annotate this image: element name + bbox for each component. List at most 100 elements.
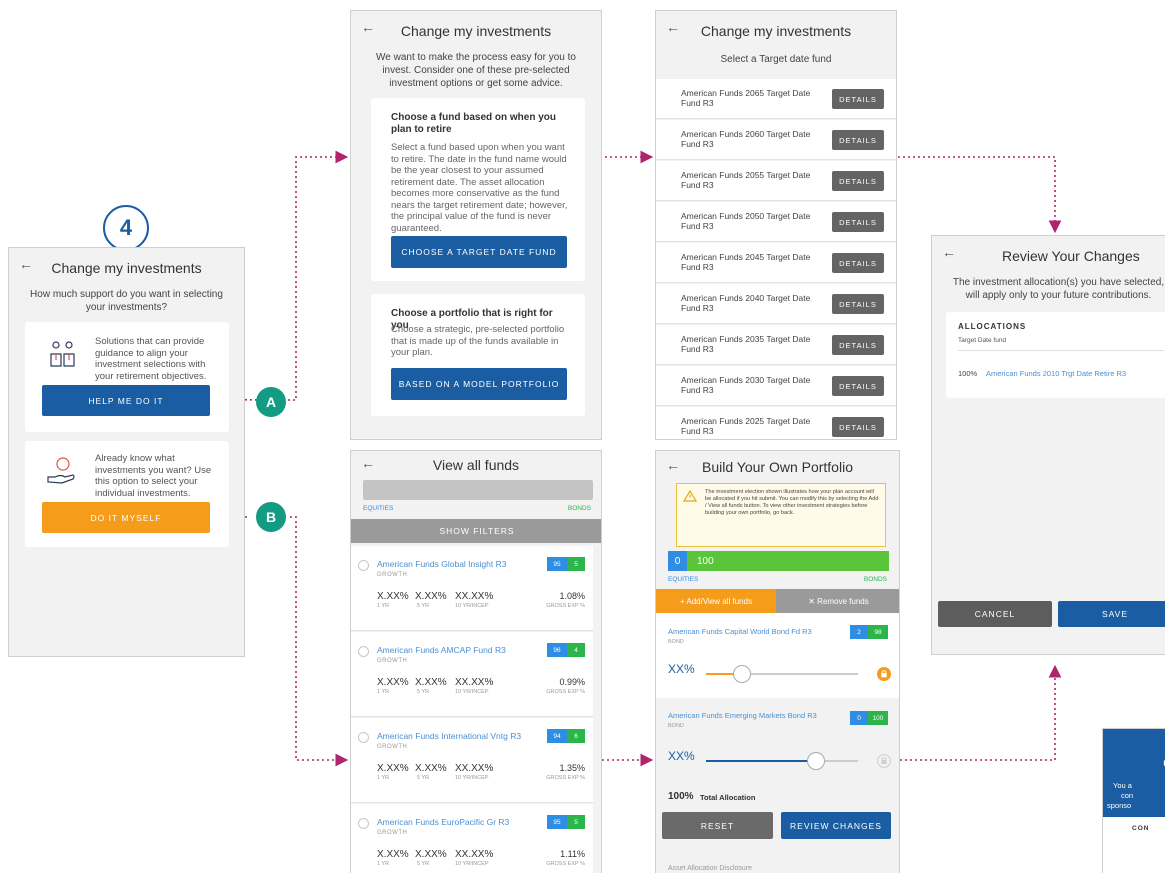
- confirmation-button-partial[interactable]: CON: [1132, 825, 1149, 832]
- details-button[interactable]: DETAILS: [832, 253, 884, 273]
- allocations-card: ALLOCATIONS Target Date fund 100% Americ…: [946, 312, 1165, 398]
- target-date-row[interactable]: American Funds 2060 Target Date Fund R3 D…: [656, 120, 896, 160]
- back-arrow-icon[interactable]: ←: [19, 256, 33, 272]
- cancel-button[interactable]: CANCEL: [938, 601, 1052, 627]
- add-view-funds-button[interactable]: + Add/View all funds: [656, 589, 776, 613]
- fund-name: American Funds 2030 Target Date Fund R3: [681, 375, 811, 395]
- model-portfolio-button[interactable]: BASED ON A MODEL PORTFOLIO: [391, 368, 567, 400]
- details-button[interactable]: DETAILS: [832, 89, 884, 109]
- return-10yr: XX.XX%: [455, 763, 494, 774]
- fund-name[interactable]: American Funds International Vntg R3: [377, 731, 521, 741]
- target-date-row[interactable]: American Funds 2065 Target Date Fund R3 D…: [656, 79, 896, 119]
- fund-name: American Funds 2050 Target Date Fund R3: [681, 211, 811, 231]
- fund-row[interactable]: American Funds International Vntg R3 GROW…: [351, 718, 593, 803]
- label-10yr: 10 YR/INCEP: [455, 775, 489, 781]
- support-question: How much support do you want in selectin…: [30, 289, 223, 313]
- details-button[interactable]: DETAILS: [832, 335, 884, 355]
- review-changes-button[interactable]: REVIEW CHANGES: [781, 812, 891, 839]
- connector-build-to-review: [900, 664, 1062, 761]
- back-arrow-icon[interactable]: ←: [942, 244, 956, 260]
- fund-row[interactable]: American Funds EuroPacific Gr R3 GROWTH 95…: [351, 804, 593, 873]
- lock-icon[interactable]: [877, 667, 891, 681]
- screen-build-portfolio: ← Build Your Own Portfolio The investmen…: [655, 450, 900, 873]
- details-button[interactable]: DETAILS: [832, 294, 884, 314]
- return-5yr: X.XX%: [415, 849, 447, 860]
- label-1yr: 1 YR: [377, 603, 390, 609]
- target-date-row[interactable]: American Funds 2045 Target Date Fund R3 D…: [656, 243, 896, 283]
- slider-handle[interactable]: [806, 752, 825, 770]
- screen-header: ← Change my investments: [656, 11, 896, 51]
- fund-select-radio[interactable]: [358, 560, 369, 571]
- fund-row[interactable]: American Funds Global Insight R3 GROWTH 95…: [351, 546, 593, 631]
- return-1yr: X.XX%: [377, 849, 409, 860]
- self-select-card: Already know what investments you want? …: [25, 441, 229, 547]
- target-date-row[interactable]: American Funds 2050 Target Date Fund R3 D…: [656, 202, 896, 242]
- allocation-slider[interactable]: [706, 751, 858, 771]
- bond-badge: 5: [567, 815, 585, 829]
- allocation-slider[interactable]: [706, 664, 858, 684]
- back-arrow-icon[interactable]: ←: [666, 19, 680, 35]
- back-arrow-icon[interactable]: ←: [361, 455, 375, 471]
- gross-expense-label: GROSS EXP %: [546, 689, 585, 695]
- allocation-type: Target Date fund: [958, 337, 1007, 344]
- review-intro: The investment allocation(s) you have se…: [952, 277, 1165, 301]
- screen-target-date-funds: ← Change my investments Select a Target …: [655, 10, 897, 440]
- intro-text: We want to make the process easy for you…: [376, 52, 576, 89]
- choose-target-date-fund-button[interactable]: CHOOSE A TARGET DATE FUND: [391, 236, 567, 268]
- slider-fill: [706, 760, 816, 762]
- details-button[interactable]: DETAILS: [832, 130, 884, 150]
- label-5yr: 5 YR: [417, 861, 430, 867]
- show-filters-button[interactable]: SHOW FILTERS: [351, 519, 601, 543]
- help-me-do-it-button[interactable]: HELP ME DO IT: [42, 385, 210, 416]
- screen-review-changes: ← Review Your Changes The investment all…: [931, 235, 1165, 655]
- fund-name[interactable]: American Funds Emerging Markets Bond R3: [668, 711, 817, 720]
- allocation-fund-link[interactable]: American Funds 2010 Trgt Date Retire R3: [986, 369, 1126, 378]
- back-arrow-icon[interactable]: ←: [666, 457, 680, 473]
- slider-handle[interactable]: [732, 665, 751, 683]
- back-arrow-icon[interactable]: ←: [361, 19, 375, 35]
- fund-name: American Funds 2055 Target Date Fund R3: [681, 170, 811, 190]
- do-it-myself-button[interactable]: DO IT MYSELF: [42, 502, 210, 533]
- fund-name[interactable]: American Funds AMCAP Fund R3: [377, 645, 506, 655]
- fund-category: BOND: [668, 723, 684, 729]
- details-button[interactable]: DETAILS: [832, 212, 884, 232]
- allocation-divider: [958, 350, 1164, 351]
- equity-badge: 95: [547, 557, 567, 571]
- allocation-percent: XX%: [668, 749, 695, 763]
- asset-allocation-disclosure-link[interactable]: Asset Allocation Disclosure: [668, 865, 752, 872]
- details-button[interactable]: DETAILS: [832, 417, 884, 437]
- fund-row[interactable]: American Funds AMCAP Fund R3 GROWTH 96 4 X.X…: [351, 632, 593, 717]
- fund-name[interactable]: American Funds EuroPacific Gr R3: [377, 817, 509, 827]
- remove-funds-button[interactable]: ✕ Remove funds: [776, 589, 899, 613]
- fund-name[interactable]: American Funds Global Insight R3: [377, 559, 506, 569]
- label-5yr: 5 YR: [417, 603, 430, 609]
- return-5yr: X.XX%: [415, 591, 447, 602]
- bond-badge: 100: [868, 711, 888, 725]
- equity-badge: 95: [547, 815, 567, 829]
- screen-support-level: ← Change my investments How much support…: [8, 247, 245, 657]
- details-button[interactable]: DETAILS: [832, 171, 884, 191]
- target-date-row[interactable]: American Funds 2040 Target Date Fund R3 D…: [656, 284, 896, 324]
- reset-button[interactable]: RESET: [662, 812, 773, 839]
- allocation-bar-empty: [363, 480, 593, 500]
- label-10yr: 10 YR/INCEP: [455, 603, 489, 609]
- details-button[interactable]: DETAILS: [832, 376, 884, 396]
- bond-bar: 100: [687, 551, 889, 571]
- lock-icon[interactable]: [877, 754, 891, 768]
- target-date-row[interactable]: American Funds 2025 Target Date Fund R3 D…: [656, 407, 896, 439]
- screen-title: Change my investments: [400, 23, 552, 39]
- fund-select-radio[interactable]: [358, 732, 369, 743]
- save-button[interactable]: SAVE: [1058, 601, 1165, 627]
- fund-select-radio[interactable]: [358, 646, 369, 657]
- fund-name: American Funds 2045 Target Date Fund R3: [681, 252, 811, 272]
- target-date-row[interactable]: American Funds 2030 Target Date Fund R3 D…: [656, 366, 896, 406]
- warning-icon: [683, 490, 697, 502]
- fund-select-radio[interactable]: [358, 818, 369, 829]
- return-5yr: X.XX%: [415, 763, 447, 774]
- target-date-row[interactable]: American Funds 2035 Target Date Fund R3 D…: [656, 325, 896, 365]
- screen-header: ← View all funds: [351, 451, 601, 479]
- confirmation-line-3: sponso: [1107, 801, 1132, 810]
- fund-name[interactable]: American Funds Capital World Bond Fd R3: [668, 627, 812, 636]
- gross-expense-label: GROSS EXP %: [546, 775, 585, 781]
- target-date-row[interactable]: American Funds 2055 Target Date Fund R3 D…: [656, 161, 896, 201]
